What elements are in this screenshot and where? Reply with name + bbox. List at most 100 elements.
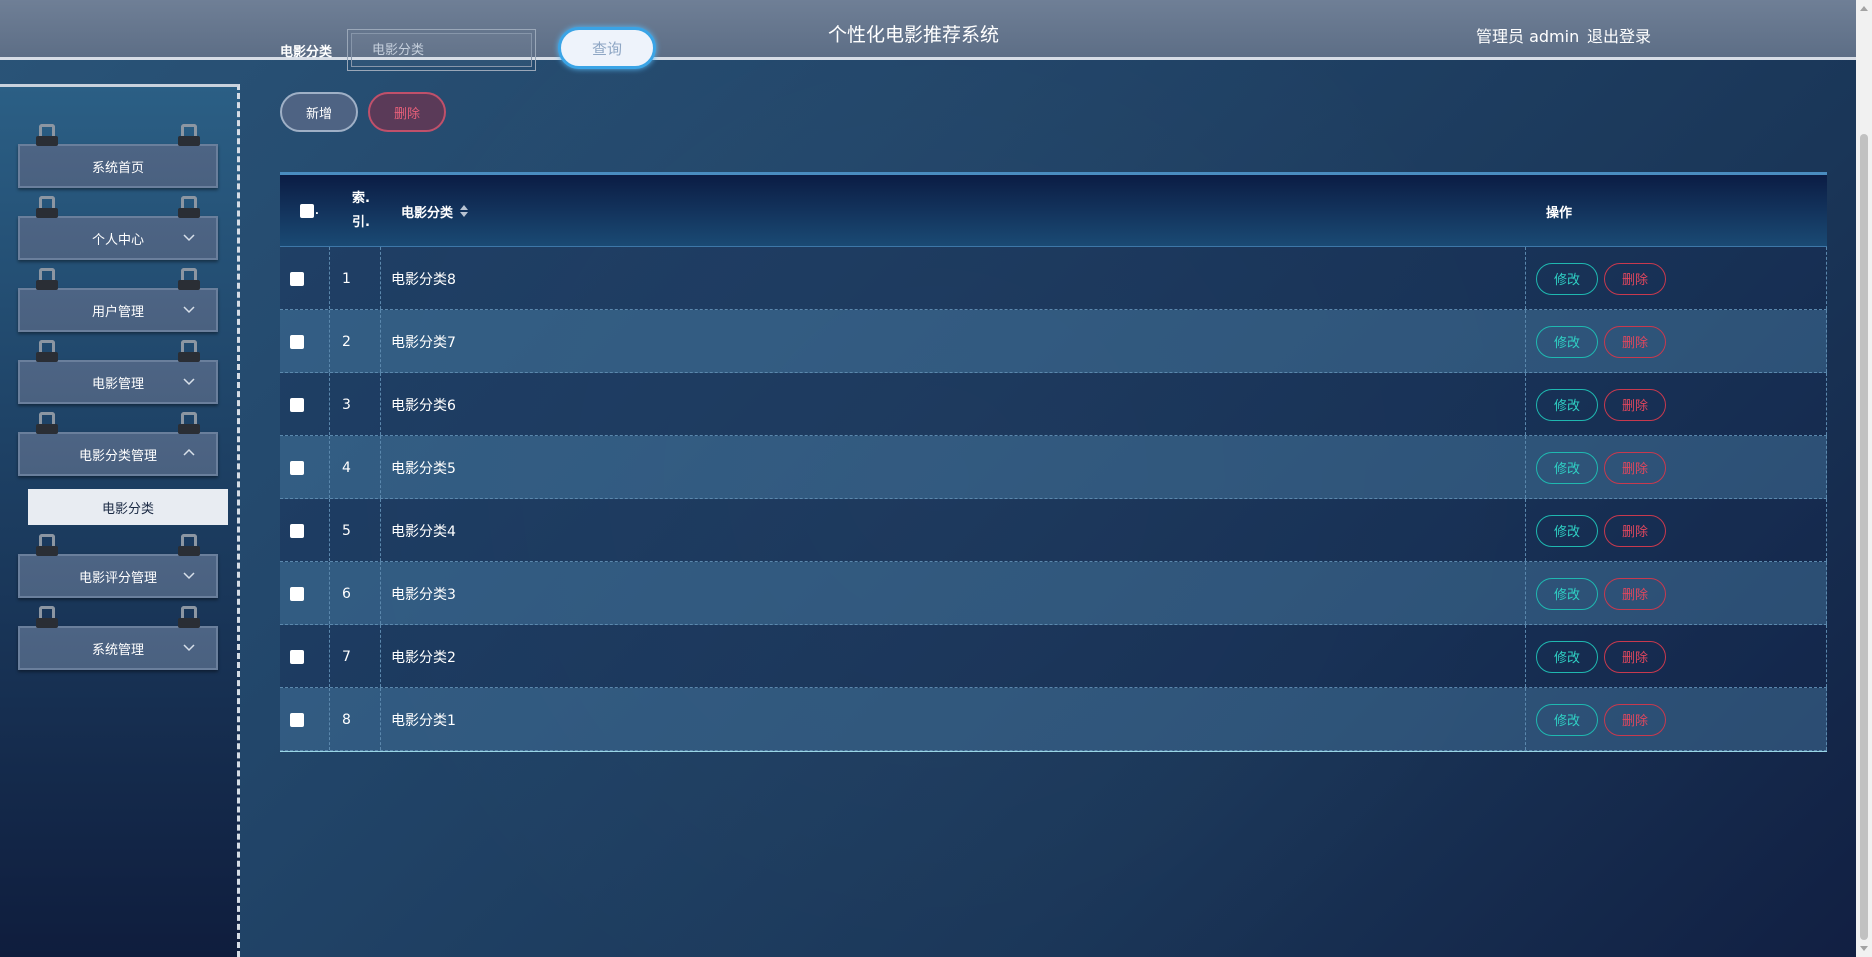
- column-divider: [329, 310, 330, 372]
- category-header[interactable]: 电影分类: [401, 175, 469, 247]
- bulk-delete-button[interactable]: 删除: [368, 92, 446, 132]
- table-row: 3 电影分类6 修改 删除: [280, 373, 1827, 436]
- column-divider: [1525, 373, 1526, 435]
- column-divider: [1525, 310, 1526, 372]
- add-button[interactable]: 新增: [280, 92, 358, 132]
- row-checkbox[interactable]: [290, 586, 304, 601]
- page-title: 个性化电影推荐系统: [828, 24, 1000, 46]
- binder-clip-icon: [178, 268, 200, 292]
- delete-button[interactable]: 删除: [1604, 703, 1666, 736]
- row-checkbox[interactable]: [290, 712, 304, 727]
- row-checkbox[interactable]: [290, 523, 304, 538]
- column-divider: [329, 499, 330, 561]
- column-divider: [380, 688, 381, 750]
- binder-clip-icon: [178, 412, 200, 436]
- search-field[interactable]: [347, 29, 536, 71]
- select-all-checkbox[interactable]: [300, 204, 314, 218]
- row-index: 8: [342, 711, 351, 728]
- sidebar-item-5[interactable]: 电影评分管理: [18, 534, 218, 598]
- binder-clip-icon: [36, 196, 58, 220]
- delete-button[interactable]: 删除: [1604, 514, 1666, 547]
- chevron-down-icon: [183, 572, 195, 580]
- edit-button[interactable]: 修改: [1536, 451, 1598, 484]
- delete-button[interactable]: 删除: [1604, 640, 1666, 673]
- sidebar-item-1[interactable]: 个人中心: [18, 196, 218, 260]
- column-divider: [1826, 688, 1827, 750]
- column-divider: [380, 625, 381, 687]
- sidebar-item-label: 系统首页: [91, 160, 144, 176]
- table-bottom-border: [280, 751, 1827, 752]
- column-divider: [1525, 688, 1526, 750]
- chevron-down-icon: [183, 234, 195, 242]
- edit-button[interactable]: 修改: [1536, 640, 1598, 673]
- sidebar-item-2[interactable]: 用户管理: [18, 268, 218, 332]
- binder-clip-icon: [178, 606, 200, 630]
- row-checkbox[interactable]: [290, 460, 304, 475]
- column-divider: [1525, 436, 1526, 498]
- binder-clip-icon: [178, 124, 200, 148]
- column-divider: [329, 688, 330, 750]
- column-divider: [1525, 247, 1526, 309]
- column-divider: [329, 247, 330, 309]
- row-category: 电影分类3: [391, 586, 456, 603]
- delete-button[interactable]: 删除: [1604, 451, 1666, 484]
- column-divider: [1525, 562, 1526, 624]
- edit-button[interactable]: 修改: [1536, 514, 1598, 547]
- sidebar-subitem-movie-category[interactable]: 电影分类: [28, 489, 228, 525]
- column-divider: [380, 562, 381, 624]
- row-index: 3: [342, 396, 351, 413]
- delete-button[interactable]: 删除: [1604, 577, 1666, 610]
- select-all-header[interactable]: .: [300, 175, 319, 247]
- column-divider: [329, 625, 330, 687]
- binder-clip-icon: [178, 340, 200, 364]
- delete-button[interactable]: 删除: [1604, 262, 1666, 295]
- binder-clip-icon: [36, 534, 58, 558]
- column-divider: [1826, 625, 1827, 687]
- row-category: 电影分类8: [391, 271, 456, 288]
- sidebar-item-0[interactable]: 系统首页: [18, 124, 218, 188]
- row-category: 电影分类6: [391, 397, 456, 414]
- column-divider: [380, 310, 381, 372]
- column-divider: [1826, 310, 1827, 372]
- search-input[interactable]: [351, 33, 532, 67]
- sidebar-item-3[interactable]: 电影管理: [18, 340, 218, 404]
- binder-clip-icon: [36, 268, 58, 292]
- column-divider: [1826, 373, 1827, 435]
- edit-button[interactable]: 修改: [1536, 262, 1598, 295]
- column-divider: [1525, 625, 1526, 687]
- row-checkbox[interactable]: [290, 271, 304, 286]
- scroll-up-icon[interactable]: [1860, 6, 1868, 11]
- edit-button[interactable]: 修改: [1536, 577, 1598, 610]
- edit-button[interactable]: 修改: [1536, 388, 1598, 421]
- column-divider: [1525, 499, 1526, 561]
- delete-button[interactable]: 删除: [1604, 388, 1666, 421]
- edit-button[interactable]: 修改: [1536, 325, 1598, 358]
- page-scrollbar[interactable]: [1856, 0, 1872, 957]
- table-row: 8 电影分类1 修改 删除: [280, 688, 1827, 751]
- logout-link[interactable]: 退出登录: [1587, 23, 1651, 47]
- admin-label: 管理员 admin: [1476, 27, 1580, 46]
- category-header-label: 电影分类: [401, 205, 454, 221]
- delete-button[interactable]: 删除: [1604, 325, 1666, 358]
- binder-clip-icon: [36, 340, 58, 364]
- scroll-thumb[interactable]: [1860, 134, 1868, 940]
- row-checkbox[interactable]: [290, 649, 304, 664]
- binder-clip-icon: [36, 412, 58, 436]
- top-header: 电影分类 查询 个性化电影推荐系统 管理员 admin 退出登录: [0, 0, 1856, 71]
- query-button[interactable]: 查询: [558, 27, 656, 69]
- chevron-up-icon: [183, 448, 195, 456]
- column-divider: [1826, 247, 1827, 309]
- sort-icon[interactable]: [459, 204, 469, 218]
- row-category: 电影分类4: [391, 523, 456, 540]
- row-checkbox[interactable]: [290, 334, 304, 349]
- sidebar-item-6[interactable]: 系统管理: [18, 606, 218, 670]
- row-category: 电影分类1: [391, 712, 456, 729]
- sidebar-item-4[interactable]: 电影分类管理: [18, 412, 218, 476]
- edit-button[interactable]: 修改: [1536, 703, 1598, 736]
- search-label: 电影分类: [280, 45, 333, 60]
- row-index: 6: [342, 585, 351, 602]
- binder-clip-icon: [178, 534, 200, 558]
- column-divider: [329, 562, 330, 624]
- row-checkbox[interactable]: [290, 397, 304, 412]
- scroll-down-icon[interactable]: [1860, 946, 1868, 951]
